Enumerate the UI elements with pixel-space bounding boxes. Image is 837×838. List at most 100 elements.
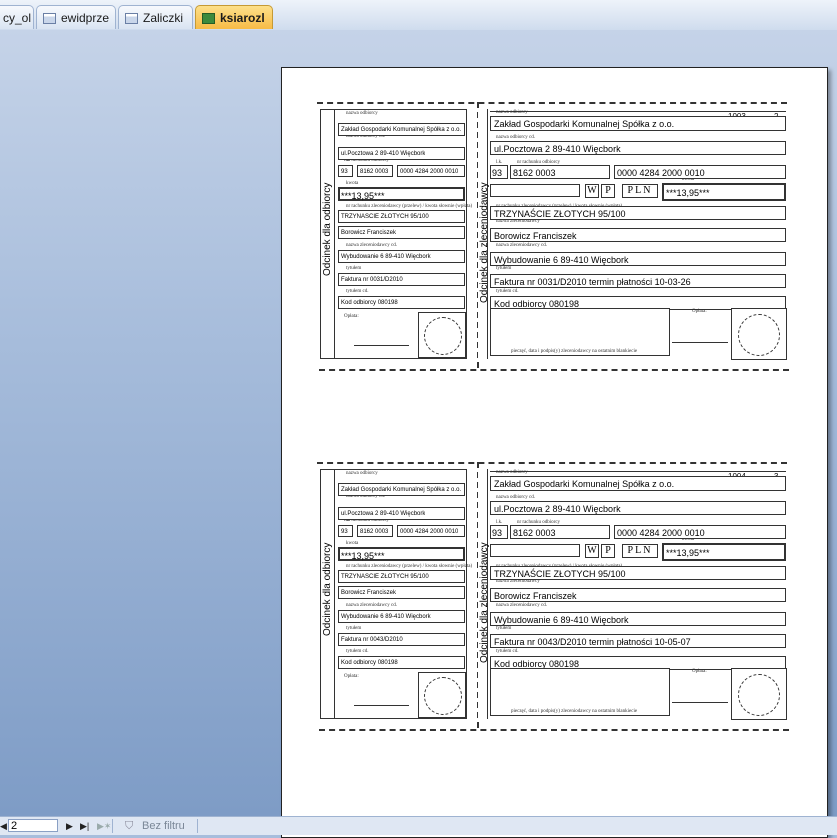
amount-field[interactable]: ***13,95*** [662, 183, 786, 201]
amount-words-field-value: TRZYNAŚCIE ZŁOTYCH 95/100 [494, 209, 626, 219]
payer-account-field[interactable] [490, 184, 580, 197]
payer-address-field[interactable]: Wybudowanie 6 89-410 Więcbork [338, 610, 465, 623]
oplata-label: Opłata: [692, 309, 707, 314]
account-part1-field[interactable]: 8162 0003 [357, 165, 393, 177]
tab-cy-ol[interactable]: cy_ol [0, 5, 34, 29]
filter-icon: ⛉ [125, 820, 134, 832]
field-label: nazwa zleceniodawcy cd. [496, 243, 547, 248]
title-cd-field[interactable]: Kod odbiorcy 080198 [338, 296, 465, 309]
currency-field: PLN [622, 184, 658, 198]
recipient-name-field[interactable]: Zakład Gospodarki Komunalnej Spółka z o.… [490, 116, 786, 131]
title-field[interactable]: Faktura nr 0043/D2010 [338, 633, 465, 646]
recipient-name-field[interactable]: Zakład Gospodarki Komunalnej Spółka z o.… [490, 476, 786, 491]
field-label: nazwa odbiorcy [346, 111, 378, 116]
signature-label: pieczęć, data i podpis(y) zleceniodawcy … [511, 709, 638, 714]
record-navigation-bar: ◀ ▶ ▶| ▶✶ ⛉ Bez filtru [0, 816, 837, 835]
title-cd-field[interactable]: Kod odbiorcy 080198 [338, 656, 465, 669]
frame-line [490, 111, 786, 112]
odbiorca-title: Odcinek dla odbiorcy [322, 542, 333, 636]
oplata-label: Opłata: [344, 314, 359, 319]
field-label: tytułem cd. [346, 649, 369, 654]
recipient-address-field[interactable]: ul.Pocztowa 2 89-410 Więcbork [338, 507, 465, 520]
amount-field[interactable]: ***13,95*** [338, 547, 465, 561]
account-part2-value: 0000 4284 2000 0010 [400, 169, 459, 175]
payer-name-field[interactable]: Borowicz Franciszek [490, 228, 786, 242]
amount-words-field[interactable]: TRZYNAŚCIE ZŁOTYCH 95/100 [490, 206, 786, 220]
payer-name-field-value: Borowicz Franciszek [494, 231, 577, 241]
cut-line [319, 369, 789, 371]
account-part2-value: 0000 4284 2000 0010 [617, 528, 705, 538]
amount-words-field[interactable]: TRZYNAŚCIE ZŁOTYCH 95/100 [338, 210, 465, 223]
account-part1-field[interactable]: 8162 0003 [510, 165, 610, 179]
field-label: nazwa odbiorcy [346, 471, 378, 476]
page-number-input[interactable] [8, 819, 58, 832]
account-part1-field[interactable]: 8162 0003 [510, 525, 610, 539]
last-page-icon[interactable]: ▶| [80, 819, 89, 833]
no-filter-label[interactable]: Bez filtru [142, 819, 185, 833]
account-part2-value: 0000 4284 2000 0010 [400, 529, 459, 535]
new-record-icon[interactable]: ▶✶ [97, 819, 111, 833]
account-part1-value: 8162 0003 [360, 169, 389, 175]
document-tab-bar: cy_ol ewidprze Zaliczki ksiarozl [0, 0, 837, 31]
oplata-line [672, 342, 728, 343]
lk-value: 93 [492, 168, 503, 178]
account-part1-value: 8162 0003 [513, 528, 556, 538]
oplata-line [672, 702, 728, 703]
stamp-circle [424, 677, 462, 715]
recipient-name-field[interactable]: Zakład Gospodarki Komunalnej Spółka z o.… [338, 483, 465, 496]
payer-name-field-value: Borowicz Franciszek [494, 591, 577, 601]
amount-value: ***13,95*** [666, 548, 710, 558]
separator [197, 819, 198, 833]
account-part1-field[interactable]: 8162 0003 [357, 525, 393, 537]
tab-label: ksiarozl [220, 11, 265, 25]
amount-words-field-value: TRZYNAŚCIE ZŁOTYCH 95/100 [341, 214, 429, 220]
payer-name-field[interactable]: Borowicz Franciszek [338, 586, 465, 599]
tab-ewidprze[interactable]: ewidprze [36, 5, 116, 29]
amount-words-field[interactable]: TRZYNAŚCIE ZŁOTYCH 95/100 [338, 570, 465, 583]
field-label: tytułem [496, 626, 512, 631]
amount-field[interactable]: ***13,95*** [662, 543, 786, 561]
account-part2-field[interactable]: 0000 4284 2000 0010 [397, 165, 465, 177]
tab-ksiarozl[interactable]: ksiarozl [195, 5, 273, 29]
tab-zaliczki[interactable]: Zaliczki [118, 5, 193, 29]
recipient-address-field[interactable]: ul.Pocztowa 2 89-410 Więcbork [338, 147, 465, 160]
title-field-value: Faktura nr 0043/D2010 termin płatności 1… [494, 637, 691, 647]
recipient-address-field[interactable]: ul.Pocztowa 2 89-410 Więcbork [490, 501, 786, 515]
recipient-address-field[interactable]: ul.Pocztowa 2 89-410 Więcbork [490, 141, 786, 155]
payer-address-field[interactable]: Wybudowanie 6 89-410 Więcbork [490, 612, 786, 626]
w-checkbox[interactable]: W [585, 184, 599, 198]
title-field-value: Faktura nr 0043/D2010 [341, 637, 403, 643]
lk-field[interactable]: 93 [490, 525, 508, 539]
next-page-icon[interactable]: ▶ [66, 819, 73, 833]
lk-field[interactable]: 93 [338, 165, 353, 177]
p-checkbox[interactable]: P [601, 544, 615, 558]
amount-field[interactable]: ***13,95*** [338, 187, 465, 201]
print-preview-workspace[interactable]: Odcinek dla odbiorcy nazwa odbiorcy nazwa … [0, 30, 837, 838]
amount-words-field[interactable]: TRZYNAŚCIE ZŁOTYCH 95/100 [490, 566, 786, 580]
lk-field[interactable]: 93 [490, 165, 508, 179]
account-part2-field[interactable]: 0000 4284 2000 0010 [614, 525, 786, 539]
amount-value: ***13,95*** [341, 191, 385, 201]
payer-name-field-value: Borowicz Franciszek [341, 230, 397, 236]
payer-account-field[interactable] [490, 544, 580, 557]
field-label: tytułem [496, 266, 512, 271]
recipient-name-field-value: Zakład Gospodarki Komunalnej Spółka z o.… [494, 119, 675, 129]
account-part2-field[interactable]: 0000 4284 2000 0010 [397, 525, 465, 537]
title-field[interactable]: Faktura nr 0031/D2010 [338, 273, 465, 286]
payer-address-field[interactable]: Wybudowanie 6 89-410 Więcbork [490, 252, 786, 266]
payer-address-field[interactable]: Wybudowanie 6 89-410 Więcbork [338, 250, 465, 263]
p-checkbox[interactable]: P [601, 184, 615, 198]
recipient-name-field[interactable]: Zakład Gospodarki Komunalnej Spółka z o.… [338, 123, 465, 136]
payer-name-field[interactable]: Borowicz Franciszek [338, 226, 465, 239]
field-label: tytułem cd. [496, 289, 519, 294]
account-part2-field[interactable]: 0000 4284 2000 0010 [614, 165, 786, 179]
title-field[interactable]: Faktura nr 0031/D2010 termin płatności 1… [490, 274, 786, 288]
payer-address-field-value: Wybudowanie 6 89-410 Więcbork [494, 255, 629, 265]
prev-page-icon[interactable]: ◀ [0, 819, 7, 833]
w-checkbox[interactable]: W [585, 544, 599, 558]
amount-words-field-value: TRZYNAŚCIE ZŁOTYCH 95/100 [494, 569, 626, 579]
lk-field[interactable]: 93 [338, 525, 353, 537]
title-field[interactable]: Faktura nr 0043/D2010 termin płatności 1… [490, 634, 786, 648]
tab-label: Zaliczki [143, 11, 184, 25]
payer-name-field[interactable]: Borowicz Franciszek [490, 588, 786, 602]
